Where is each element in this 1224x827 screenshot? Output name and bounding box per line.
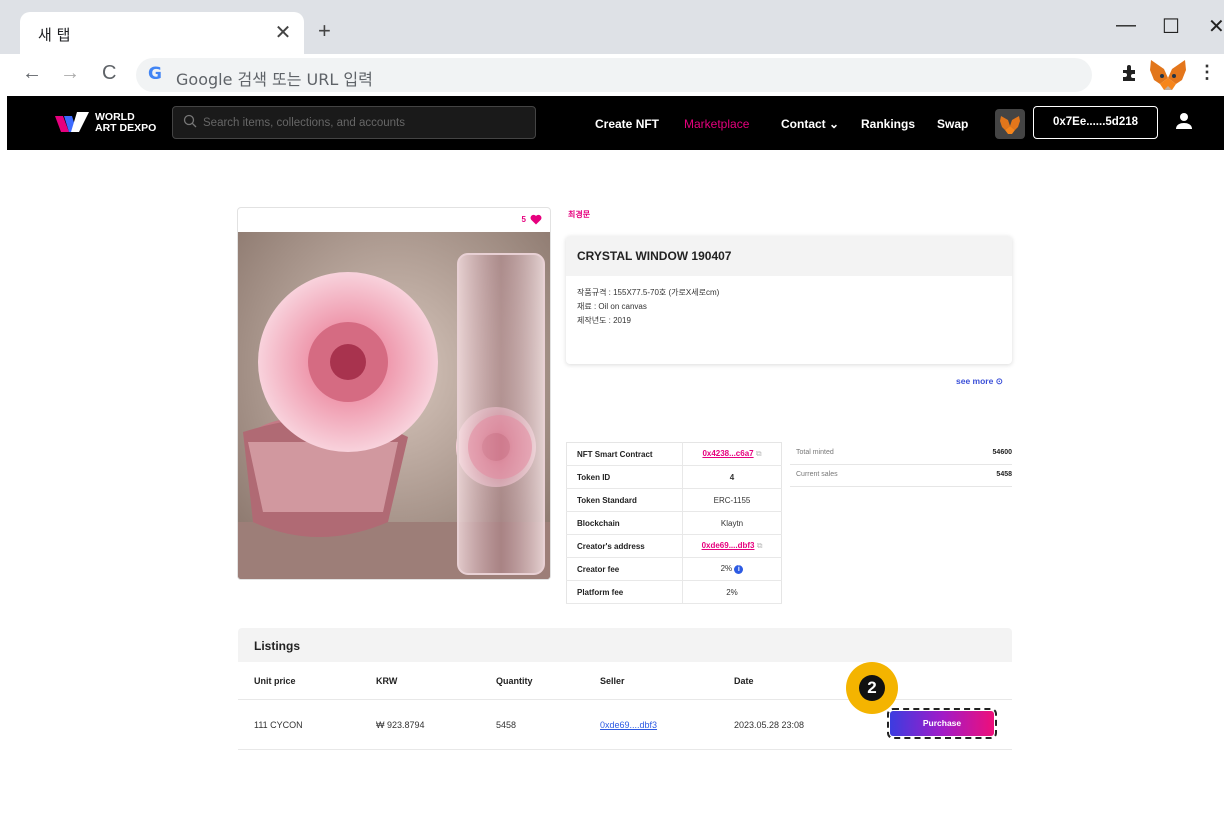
tab-title: 새 탭 bbox=[38, 26, 71, 44]
table-row: Creator's address 0xde69....dbf3 ⧉ bbox=[566, 534, 782, 558]
creator-address-value: 0xde69....dbf3 ⧉ bbox=[682, 534, 782, 558]
col-seller: Seller bbox=[600, 676, 625, 686]
nav-contact[interactable]: Contact ⌄ bbox=[781, 117, 839, 131]
browser-toolbar: ← → C G Google 검색 또는 URL 입력 ⋮ bbox=[0, 54, 1224, 96]
nav-rankings[interactable]: Rankings bbox=[861, 117, 915, 131]
browser-tab[interactable]: 새 탭 ✕ bbox=[20, 12, 304, 54]
heart-icon[interactable] bbox=[530, 214, 542, 225]
artwork-image[interactable] bbox=[238, 232, 550, 580]
minimize-button[interactable]: — bbox=[1116, 14, 1136, 37]
col-quantity: Quantity bbox=[496, 676, 533, 686]
cell-date: 2023.05.28 23:08 bbox=[734, 720, 805, 730]
platform-fee-label: Platform fee bbox=[566, 580, 683, 604]
detail-year: 제작년도 : 2019 bbox=[577, 316, 631, 325]
artwork-title: CRYSTAL WINDOW 190407 bbox=[566, 236, 1012, 276]
address-placeholder: Google 검색 또는 URL 입력 bbox=[176, 70, 373, 89]
detail-material: 재료 : Oil on canvas bbox=[577, 302, 647, 311]
creator-fee-label: Creator fee bbox=[566, 557, 683, 581]
token-standard-value: ERC-1155 bbox=[682, 488, 782, 512]
browser-window: 새 탭 ✕ + — ☐ ✕ ← → C G Google 검색 또는 URL 입… bbox=[0, 0, 1224, 827]
col-krw: KRW bbox=[376, 676, 398, 686]
google-icon: G bbox=[148, 64, 162, 84]
stat-total-minted: Total minted 54600 bbox=[790, 446, 1012, 465]
cell-krw: ₩ 923.8794 bbox=[376, 720, 425, 730]
creator-address-label: Creator's address bbox=[566, 534, 683, 558]
world-art-dexpo-logo[interactable]: WORLD ART DEXPO bbox=[55, 110, 165, 136]
maximize-button[interactable]: ☐ bbox=[1162, 14, 1180, 39]
creator-name[interactable]: 최경문 bbox=[568, 209, 590, 220]
copy-icon[interactable]: ⧉ bbox=[757, 541, 763, 550]
logo-mark-icon bbox=[55, 112, 89, 132]
search-placeholder: Search items, collections, and accounts bbox=[203, 117, 405, 129]
metamask-fox-icon bbox=[1000, 116, 1020, 134]
blockchain-label: Blockchain bbox=[566, 511, 683, 535]
platform-fee-value: 2% bbox=[682, 580, 782, 604]
token-standard-label: Token Standard bbox=[566, 488, 683, 512]
search-icon bbox=[183, 114, 197, 128]
artwork-details: 작품규격 : 155X77.5-70호 (가로X세로cm) 재료 : Oil o… bbox=[566, 276, 1012, 338]
logo-text: WORLD ART DEXPO bbox=[95, 111, 157, 134]
cell-quantity: 5458 bbox=[496, 720, 517, 730]
tab-strip: 새 탭 ✕ + — ☐ ✕ bbox=[0, 0, 1224, 54]
new-tab-button[interactable]: + bbox=[318, 18, 331, 44]
stat-current-sales: Current sales 5458 bbox=[790, 468, 1012, 487]
artwork-description-card: CRYSTAL WINDOW 190407 작품규격 : 155X77.5-70… bbox=[566, 236, 1012, 364]
divider bbox=[238, 749, 1012, 750]
site-header: WORLD ART DEXPO Search items, collections… bbox=[7, 96, 1224, 150]
purchase-button[interactable]: Purchase bbox=[887, 708, 997, 739]
cell-unit-price: 111 CYCON bbox=[254, 720, 303, 730]
like-row: 5 bbox=[238, 208, 550, 232]
listings-heading: Listings bbox=[238, 628, 1012, 662]
nav-create-nft[interactable]: Create NFT bbox=[595, 117, 659, 131]
user-icon[interactable] bbox=[1175, 112, 1193, 130]
tab-close-icon[interactable]: ✕ bbox=[272, 20, 294, 45]
contract-label: NFT Smart Contract bbox=[566, 442, 683, 466]
table-row: Creator fee 2% i bbox=[566, 557, 782, 581]
table-row: Token ID 4 bbox=[566, 465, 782, 489]
reload-icon[interactable]: C bbox=[102, 62, 116, 85]
table-row: Blockchain Klaytn bbox=[566, 511, 782, 535]
detail-size: 작품규격 : 155X77.5-70호 (가로X세로cm) bbox=[577, 288, 720, 297]
table-row: Platform fee 2% bbox=[566, 580, 782, 604]
contract-info-table: NFT Smart Contract 0x4238...c6a7 ⧉ Token… bbox=[566, 442, 782, 604]
sales-stats: Total minted 54600 Current sales 5458 bbox=[790, 446, 1012, 490]
seller-link[interactable]: 0xde69....dbf3 bbox=[600, 720, 657, 730]
metamask-fox-icon[interactable] bbox=[1148, 58, 1188, 92]
table-row: NFT Smart Contract 0x4238...c6a7 ⧉ bbox=[566, 442, 782, 466]
col-date: Date bbox=[734, 676, 754, 686]
nav-swap[interactable]: Swap bbox=[937, 117, 968, 131]
info-icon[interactable]: i bbox=[734, 565, 744, 574]
token-id-value: 4 bbox=[682, 465, 782, 489]
back-icon[interactable]: ← bbox=[22, 62, 42, 85]
divider bbox=[238, 699, 1012, 700]
copy-icon[interactable]: ⧉ bbox=[756, 449, 762, 458]
artwork-card: 5 bbox=[237, 207, 551, 580]
blockchain-value: Klaytn bbox=[682, 511, 782, 535]
address-bar[interactable]: G Google 검색 또는 URL 입력 bbox=[136, 58, 1092, 92]
wallet-address-button[interactable]: 0x7Ee......5d218 bbox=[1033, 106, 1158, 139]
see-more-link[interactable]: see more ⊙ bbox=[956, 376, 1003, 387]
col-unit-price: Unit price bbox=[254, 676, 296, 686]
creator-fee-value: 2% i bbox=[682, 557, 782, 581]
metamask-button[interactable] bbox=[995, 109, 1025, 139]
token-id-label: Token ID bbox=[566, 465, 683, 489]
nav-marketplace[interactable]: Marketplace bbox=[684, 117, 749, 131]
table-row: Token Standard ERC-1155 bbox=[566, 488, 782, 512]
browser-menu-icon[interactable]: ⋮ bbox=[1198, 62, 1216, 83]
step-number: 2 bbox=[859, 675, 885, 701]
extensions-icon[interactable] bbox=[1120, 63, 1140, 83]
step-marker: 2 bbox=[846, 662, 898, 714]
creator-address-link[interactable]: 0xde69....dbf3 bbox=[702, 541, 755, 550]
close-window-button[interactable]: ✕ bbox=[1208, 14, 1224, 39]
contract-address-link[interactable]: 0x4238...c6a7 bbox=[702, 449, 753, 458]
like-count: 5 bbox=[521, 215, 526, 224]
contract-value: 0x4238...c6a7 ⧉ bbox=[682, 442, 782, 466]
forward-icon[interactable]: → bbox=[60, 62, 80, 85]
site-search-input[interactable]: Search items, collections, and accounts bbox=[172, 106, 536, 139]
